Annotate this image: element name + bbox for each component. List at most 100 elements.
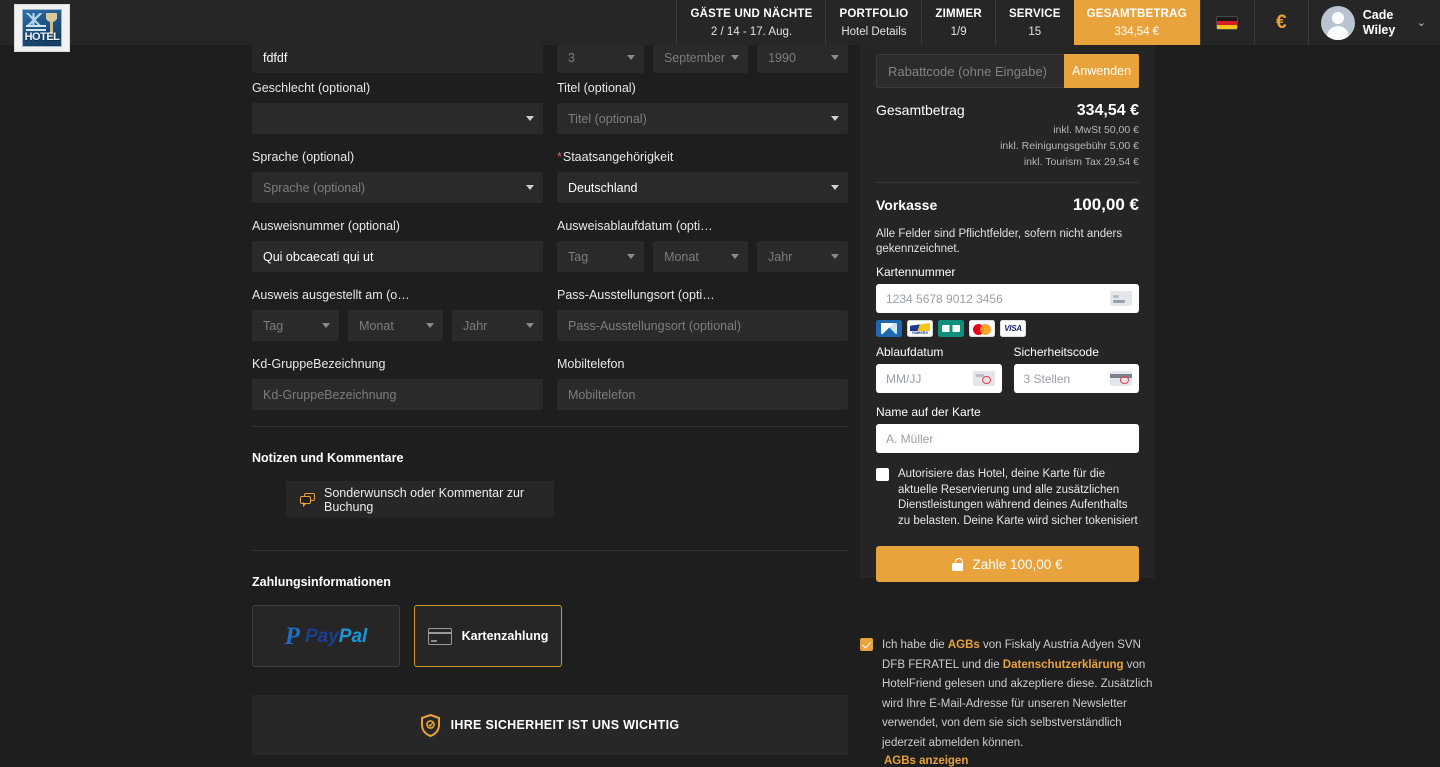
section-divider: [252, 426, 848, 427]
nationality-select[interactable]: Deutschland: [557, 172, 848, 203]
card-payment-label: Kartenzahlung: [461, 629, 549, 643]
terms-link-privacy[interactable]: Datenschutzerklärung: [1003, 659, 1124, 671]
field-id-issued: Ausweis ausgestellt am (o… Tag Monat Jah…: [252, 288, 543, 341]
nationality-label-text: Staatsangehörigkeit: [562, 150, 674, 164]
prepayment-block: Vorkasse 100,00 €: [860, 183, 1155, 215]
paypal-pal-text: Pal: [338, 625, 368, 647]
passport-place-input[interactable]: Pass-Ausstellungsort (optional): [557, 310, 848, 341]
add-note-label: Sonderwunsch oder Kommentar zur Buchung: [324, 485, 525, 514]
hotel-logo[interactable]: HOTEL: [14, 4, 70, 52]
cardholder-block: Name auf der Karte A. Müller: [860, 393, 1155, 453]
topbar-cell-value: 15: [1028, 25, 1042, 38]
group-input[interactable]: Kd-GruppeBezeichnung: [252, 379, 543, 410]
terms-checkbox[interactable]: [860, 638, 873, 651]
topbar-cell-portfolio[interactable]: PORTFOLIO Hotel Details: [825, 0, 921, 45]
maestro-icon: maestro: [907, 320, 933, 337]
promo-code-input[interactable]: Rabattcode (ohne Eingabe): [876, 54, 1064, 88]
language-selector[interactable]: [1199, 0, 1254, 45]
title-select[interactable]: Titel (optional): [557, 103, 848, 134]
terms-link-agb[interactable]: AGBs: [948, 639, 980, 651]
pay-button[interactable]: Zahle 100,00 €: [876, 546, 1139, 582]
prepayment-label: Vorkasse: [876, 197, 938, 213]
credit-card-icon: [427, 627, 452, 645]
gender-select[interactable]: [252, 103, 543, 134]
user-menu[interactable]: Cade Wiley ⌄: [1307, 0, 1440, 45]
total-label: Gesamtbetrag: [876, 102, 965, 118]
field-birthdate: 3 September 1990: [557, 42, 848, 73]
group-label: Kd-GruppeBezeichnung: [252, 357, 386, 371]
id-issued-year-select[interactable]: Jahr: [452, 310, 543, 341]
nationality-value: Deutschland: [568, 180, 638, 195]
id-number-input[interactable]: Qui obcaecati qui ut: [252, 241, 543, 272]
topbar-cell-value: 2 / 14 - 17. Aug.: [710, 25, 793, 38]
paypal-glyph-icon: P: [284, 622, 300, 650]
id-issued-month-select[interactable]: Monat: [348, 310, 443, 341]
paypal-wordmark: PayPal: [305, 627, 367, 646]
id-issued-month-value: Monat: [359, 318, 394, 333]
authorize-checkbox[interactable]: [876, 468, 889, 481]
id-expiry-month-value: Monat: [664, 249, 699, 264]
nationality-label: *Staatsangehörigkeit: [557, 150, 848, 165]
name-input[interactable]: fdfdf: [252, 42, 543, 73]
user-name: Cade Wiley: [1362, 7, 1396, 37]
apply-promo-button[interactable]: Anwenden: [1064, 54, 1139, 88]
breakdown-cleaning: inkl. Reinigungsgebühr 5,00 €: [1000, 140, 1139, 152]
id-issued-day-select[interactable]: Tag: [252, 310, 340, 341]
topbar-cell-title: SERVICE: [1008, 7, 1061, 20]
cvc-input[interactable]: 3 Stellen: [1013, 364, 1139, 393]
form-row-language-nationality: Sprache (optional) Sprache (optional) *S…: [252, 150, 848, 203]
id-issued-year-value: Jahr: [463, 318, 488, 333]
chevron-down-icon: ⌄: [1416, 17, 1426, 29]
id-expiry-year-value: Jahr: [768, 249, 793, 264]
topbar-cell-total[interactable]: GESAMTBETRAG 334,54 €: [1073, 0, 1200, 45]
topbar-cell-service[interactable]: SERVICE 15: [994, 0, 1074, 45]
language-label: Sprache (optional): [252, 150, 355, 164]
field-language: Sprache (optional) Sprache (optional): [252, 150, 543, 203]
id-expiry-year-select[interactable]: Jahr: [757, 241, 848, 272]
page-body: fdfdf 3 September 1990 Geschlecht (optio…: [0, 42, 1440, 767]
id-expiry-day-select[interactable]: Tag: [557, 241, 645, 272]
id-expiry-month-select[interactable]: Monat: [653, 241, 748, 272]
amex-icon: [876, 320, 902, 337]
notes-heading: Notizen und Kommentare: [252, 451, 404, 465]
chat-bubble-icon: [300, 493, 315, 507]
topbar-cell-rooms[interactable]: ZIMMER 1/9: [921, 0, 995, 45]
topbar-cell-guests[interactable]: GÄSTE UND NÄCHTE 2 / 14 - 17. Aug.: [676, 0, 825, 45]
cut-off-row: fdfdf 3 September 1990: [252, 42, 848, 75]
payment-method-card[interactable]: Kartenzahlung: [414, 605, 562, 667]
chevron-down-icon: [627, 254, 636, 259]
card-number-block: Kartennummer 1234 5678 9012 3456: [860, 257, 1155, 313]
birth-month-select[interactable]: September: [652, 42, 749, 73]
field-mobile: Mobiltelefon Mobiltelefon: [557, 357, 848, 410]
language-select[interactable]: Sprache (optional): [252, 172, 543, 203]
total-block: Gesamtbetrag 334,54 € inkl. MwSt 50,00 €…: [860, 88, 1155, 168]
passport-place-label: Pass-Ausstellungsort (opti…: [557, 288, 715, 302]
card-number-input[interactable]: 1234 5678 9012 3456: [876, 284, 1139, 313]
payment-method-paypal[interactable]: P PayPal: [252, 605, 400, 667]
cardholder-input[interactable]: A. Müller: [876, 424, 1139, 453]
field-gender: Geschlecht (optional): [252, 81, 543, 134]
chevron-down-icon: [831, 116, 839, 121]
birth-day-value: 3: [568, 50, 575, 65]
language-value: Sprache (optional): [263, 180, 366, 195]
field-name[interactable]: fdfdf: [252, 42, 543, 73]
mobile-input[interactable]: Mobiltelefon: [557, 379, 848, 410]
birth-day-select[interactable]: 3: [557, 42, 644, 73]
id-issued-day-value: Tag: [263, 318, 284, 333]
id-expiry-label: Ausweisablaufdatum (opti…: [557, 219, 713, 233]
expiry-input[interactable]: MM/JJ: [876, 364, 1002, 393]
form-row-group-mobile: Kd-GruppeBezeichnung Kd-GruppeBezeichnun…: [252, 357, 848, 410]
currency-selector[interactable]: €: [1253, 0, 1308, 45]
field-title: Titel (optional) Titel (optional): [557, 81, 848, 134]
birth-year-select[interactable]: 1990: [757, 42, 848, 73]
logo-text: HOTEL: [24, 31, 60, 43]
title-label: Titel (optional): [557, 81, 636, 95]
chevron-down-icon: [626, 55, 635, 60]
maestro-text: maestro: [912, 330, 928, 335]
add-note-button[interactable]: Sonderwunsch oder Kommentar zur Buchung: [286, 481, 554, 518]
cvc-placeholder: 3 Stellen: [1023, 371, 1071, 386]
shield-check-icon: [420, 713, 440, 737]
calendar-card-icon: [972, 371, 995, 386]
german-flag-icon: [1216, 15, 1239, 30]
show-terms-link[interactable]: AGBs anzeigen: [884, 755, 968, 767]
